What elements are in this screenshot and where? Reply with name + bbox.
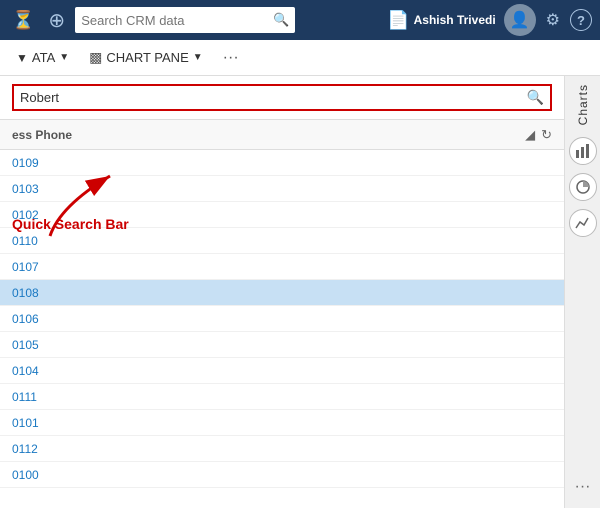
table-row[interactable]: 0104: [0, 358, 564, 384]
global-search-icon: 🔍: [273, 12, 289, 28]
table-row-selected[interactable]: 0108: [0, 280, 564, 306]
bar-chart-icon: [575, 143, 591, 159]
chart-pane-label: CHART PANE: [106, 50, 188, 65]
table-row[interactable]: 0107: [0, 254, 564, 280]
table-row[interactable]: 0111: [0, 384, 564, 410]
help-icon[interactable]: ?: [570, 9, 592, 31]
quick-search-container: 🔍: [0, 76, 564, 120]
table-row[interactable]: 0102: [0, 202, 564, 228]
quick-search-input[interactable]: [20, 90, 527, 105]
table-row[interactable]: 0100: [0, 462, 564, 488]
charts-panel: Charts ···: [564, 76, 600, 508]
pie-chart-button[interactable]: [569, 173, 597, 201]
user-name: Ashish Trivedi: [414, 13, 496, 27]
data-tab-button[interactable]: ▼ ATA ▼: [8, 46, 77, 69]
global-search-box[interactable]: 🔍: [75, 7, 295, 33]
main-content-area: 🔍 ess Phone ◢ ↻ 0109 0103 0102 0110 0107…: [0, 76, 600, 508]
table-row[interactable]: 0101: [0, 410, 564, 436]
line-chart-button[interactable]: [569, 209, 597, 237]
refresh-icon[interactable]: ↻: [541, 127, 552, 143]
table-row[interactable]: 0106: [0, 306, 564, 332]
top-bar-right-section: 📄 Ashish Trivedi 👤 ⚙ ?: [387, 4, 592, 36]
charts-more-button[interactable]: ···: [571, 474, 595, 500]
table-row[interactable]: 0110: [0, 228, 564, 254]
table-row[interactable]: 0109: [0, 150, 564, 176]
table-row[interactable]: 0112: [0, 436, 564, 462]
filter-icon[interactable]: ◢: [525, 127, 535, 143]
history-icon[interactable]: ⏳: [8, 6, 38, 35]
chart-pane-icon: ▩: [89, 49, 102, 66]
chart-pane-button[interactable]: ▩ CHART PANE ▼: [81, 45, 211, 70]
data-panel: 🔍 ess Phone ◢ ↻ 0109 0103 0102 0110 0107…: [0, 76, 564, 508]
more-options-button[interactable]: ···: [215, 45, 247, 71]
table-rows-container: 0109 0103 0102 0110 0107 0108 0106 0105 …: [0, 150, 564, 508]
line-chart-icon: [575, 215, 591, 231]
bar-chart-button[interactable]: [569, 137, 597, 165]
gear-icon[interactable]: ⚙: [540, 6, 566, 34]
add-icon[interactable]: ⊕: [44, 4, 69, 37]
charts-panel-label: Charts: [576, 84, 590, 125]
column-header-icons: ◢ ↻: [525, 127, 552, 143]
sub-toolbar: ▼ ATA ▼ ▩ CHART PANE ▼ ···: [0, 40, 600, 76]
pie-chart-icon: [575, 179, 591, 195]
top-navigation-bar: ⏳ ⊕ 🔍 📄 Ashish Trivedi 👤 ⚙ ?: [0, 0, 600, 40]
avatar[interactable]: 👤: [504, 4, 536, 36]
data-tab-caret: ▼: [59, 52, 69, 63]
data-tab-icon: ▼: [16, 51, 28, 65]
quick-search-icon[interactable]: 🔍: [527, 89, 544, 106]
global-search-input[interactable]: [81, 13, 269, 28]
table-row[interactable]: 0103: [0, 176, 564, 202]
nav-icon[interactable]: 📄: [387, 10, 409, 31]
quick-search-inner: 🔍: [12, 84, 552, 111]
column-header-row: ess Phone ◢ ↻: [0, 120, 564, 150]
data-tab-label: ATA: [32, 50, 55, 65]
user-info: Ashish Trivedi: [414, 13, 496, 27]
chart-pane-caret: ▼: [193, 52, 203, 63]
table-row[interactable]: 0105: [0, 332, 564, 358]
column-header-text: ess Phone: [12, 128, 525, 142]
